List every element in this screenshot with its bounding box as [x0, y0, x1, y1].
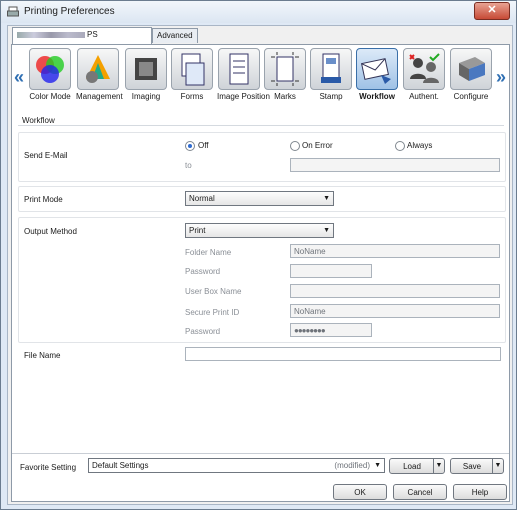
toolbar-item-image-position[interactable]: Image Position: [217, 48, 270, 101]
load-dropdown-icon[interactable]: ▼: [433, 459, 444, 473]
secure-print-id-field[interactable]: NoName: [290, 304, 500, 318]
favorite-divider: [12, 453, 509, 454]
stamp-icon: [310, 48, 352, 90]
forms-icon: [171, 48, 213, 90]
print-mode-value: Normal: [189, 194, 215, 203]
favorite-setting-value: Default Settings: [92, 461, 149, 470]
file-name-label: File Name: [24, 351, 61, 360]
send-email-label: Send E-Mail: [24, 151, 68, 160]
send-email-group: [18, 132, 506, 182]
load-button[interactable]: Load ▼: [389, 458, 445, 474]
user-box-name-label: User Box Name: [185, 287, 242, 296]
image-position-icon: [218, 48, 260, 90]
password-label: Password: [185, 267, 221, 276]
tab-advanced[interactable]: Advanced: [152, 28, 198, 43]
chevron-down-icon: ▼: [374, 462, 381, 469]
configure-icon: [450, 48, 492, 90]
workflow-icon: [356, 48, 398, 90]
authentication-icon: [403, 48, 445, 90]
output-method-value: Print: [189, 226, 206, 235]
toolbar-item-management[interactable]: Management: [76, 48, 123, 101]
chevron-down-icon: ▼: [323, 227, 330, 234]
radio-off[interactable]: [185, 141, 195, 151]
toolbar-item-authent[interactable]: Authent.: [402, 48, 446, 101]
favorite-setting-label: Favorite Setting: [20, 463, 77, 472]
save-button[interactable]: Save ▼: [450, 458, 504, 474]
folder-name-field[interactable]: NoName: [290, 244, 500, 258]
redacted-printer-name: [17, 31, 85, 38]
window-title: Printing Preferences: [24, 6, 115, 17]
output-method-label: Output Method: [24, 227, 77, 236]
secure-password-field[interactable]: ●●●●●●●●: [290, 323, 372, 337]
toolbar-item-workflow[interactable]: Workflow: [355, 48, 399, 101]
folder-name-label: Folder Name: [185, 248, 232, 257]
toolbar-label: Forms: [180, 92, 204, 101]
toolbar-label: Color Mode: [29, 92, 71, 101]
radio-off-label: Off: [198, 141, 209, 150]
section-title-workflow: Workflow: [22, 116, 55, 125]
management-icon: [77, 48, 119, 90]
save-dropdown-icon[interactable]: ▼: [492, 459, 503, 473]
secure-password-label: Password: [185, 327, 221, 336]
favorite-setting-select[interactable]: Default Settings (modified) ▼: [88, 458, 385, 473]
cancel-button[interactable]: Cancel: [393, 484, 447, 500]
title-bar[interactable]: Printing Preferences ✕: [1, 1, 516, 23]
ok-button[interactable]: OK: [333, 484, 387, 500]
scroll-left-icon[interactable]: «: [14, 67, 24, 88]
section-divider: [18, 125, 504, 126]
radio-always-label: Always: [407, 141, 433, 150]
file-name-field[interactable]: [185, 347, 501, 361]
radio-always[interactable]: [395, 141, 405, 151]
toolbar-label: Marks: [274, 92, 296, 101]
printing-preferences-window: Printing Preferences ✕ PS Advanced « Col…: [0, 0, 517, 510]
toolbar-item-color-mode[interactable]: Color Mode: [28, 48, 72, 101]
toolbar-item-stamp[interactable]: Stamp: [309, 48, 353, 101]
imaging-icon: [125, 48, 167, 90]
print-mode-label: Print Mode: [24, 195, 63, 204]
output-method-select[interactable]: Print ▼: [185, 223, 334, 238]
workflow-panel: « Color Mode Management Imaging Forms Im…: [11, 44, 510, 502]
close-button[interactable]: ✕: [474, 2, 510, 20]
toolbar-label: Workflow: [359, 92, 395, 101]
print-mode-select[interactable]: Normal ▼: [185, 191, 334, 206]
color-mode-icon: [29, 48, 71, 90]
tab-ps[interactable]: PS: [12, 27, 152, 44]
load-button-label: Load: [403, 462, 421, 471]
toolbar-item-imaging[interactable]: Imaging: [124, 48, 168, 101]
radio-on-error-label: On Error: [302, 141, 333, 150]
chevron-down-icon: ▼: [323, 195, 330, 202]
password-field[interactable]: [290, 264, 372, 278]
toolbar-label: Authent.: [409, 92, 439, 101]
printer-icon: [7, 6, 19, 17]
save-button-label: Save: [462, 462, 482, 471]
feature-toolbar: « Color Mode Management Imaging Forms Im…: [12, 45, 509, 113]
toolbar-label: Management: [76, 92, 123, 101]
scroll-right-icon[interactable]: »: [496, 67, 506, 88]
radio-on-error[interactable]: [290, 141, 300, 151]
email-to-label: to: [185, 161, 192, 170]
toolbar-item-configure[interactable]: Configure: [449, 48, 493, 101]
help-button[interactable]: Help: [453, 484, 507, 500]
toolbar-item-marks[interactable]: Marks: [263, 48, 307, 101]
toolbar-item-forms[interactable]: Forms: [170, 48, 214, 101]
toolbar-label: Imaging: [131, 92, 161, 101]
toolbar-label: Configure: [453, 92, 489, 101]
toolbar-label: Image Position: [217, 92, 270, 101]
dialog-body: PS Advanced « Color Mode Management Imag…: [7, 25, 513, 505]
secure-print-id-label: Secure Print ID: [185, 308, 240, 317]
marks-icon: [264, 48, 306, 90]
email-to-field[interactable]: [290, 158, 500, 172]
favorite-modified-label: (modified): [334, 461, 370, 470]
toolbar-label: Stamp: [319, 92, 343, 101]
user-box-name-field[interactable]: [290, 284, 500, 298]
